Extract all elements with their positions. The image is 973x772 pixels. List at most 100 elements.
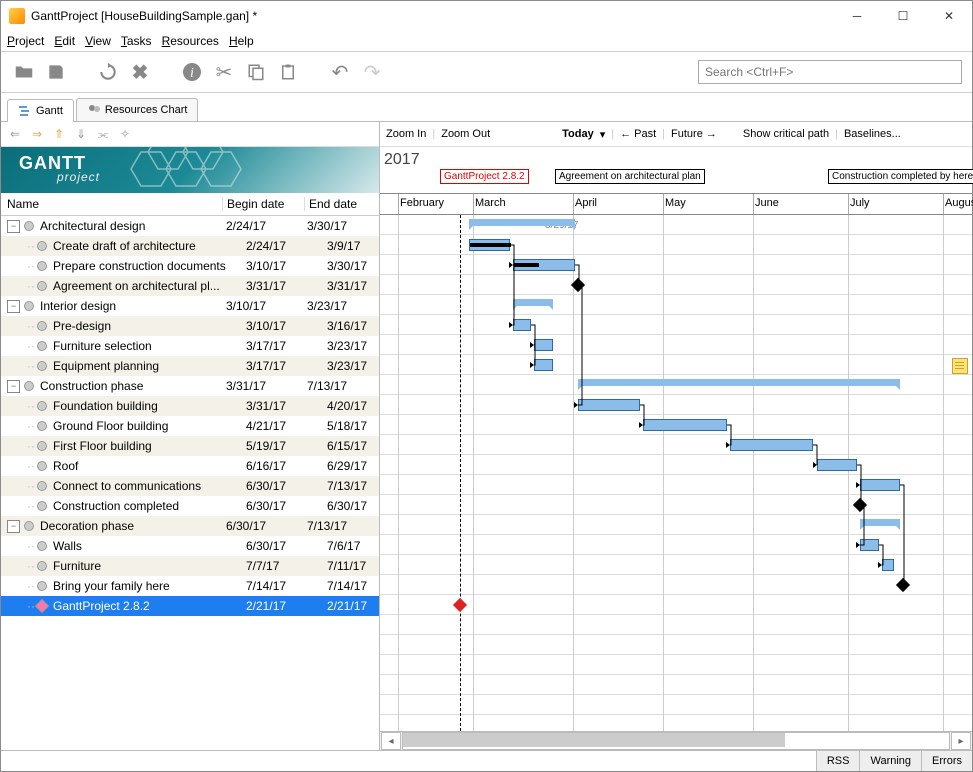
task-end: 6/15/17	[323, 439, 379, 453]
menu-tasks[interactable]: Tasks	[121, 34, 152, 48]
link-icon[interactable]: ⫘	[95, 126, 111, 142]
titlebar[interactable]: GanttProject [HouseBuildingSample.gan] *…	[1, 1, 972, 31]
menu-project[interactable]: Project	[7, 34, 44, 48]
task-row[interactable]: −Interior design3/10/173/23/17	[1, 296, 379, 316]
copy-icon[interactable]	[243, 59, 269, 85]
task-bullet-icon	[37, 261, 47, 271]
task-row[interactable]: ··Foundation building3/31/174/20/17	[1, 396, 379, 416]
task-row[interactable]: ··Construction completed6/30/176/30/17	[1, 496, 379, 516]
task-end: 3/30/17	[303, 219, 379, 233]
summary-bar[interactable]	[578, 379, 900, 386]
task-bar[interactable]	[513, 259, 575, 271]
zoom-in-button[interactable]: Zoom In	[386, 128, 426, 140]
note-icon[interactable]	[952, 358, 968, 374]
task-bar[interactable]	[534, 339, 553, 351]
status-errors[interactable]: Errors	[921, 751, 972, 771]
task-bar[interactable]	[469, 239, 510, 251]
task-row[interactable]: ··GanttProject 2.8.22/21/172/21/17	[1, 596, 379, 616]
task-row[interactable]: −Decoration phase6/30/177/13/17	[1, 516, 379, 536]
menu-view[interactable]: View	[85, 34, 111, 48]
tabbar: Gantt Resources Chart	[1, 93, 972, 122]
undo-icon[interactable]: ↶	[327, 59, 353, 85]
task-row[interactable]: ··Roof6/16/176/29/17	[1, 456, 379, 476]
menu-help[interactable]: Help	[229, 34, 254, 48]
task-bar[interactable]	[730, 439, 813, 451]
minimize-button[interactable]: ─	[834, 1, 880, 31]
task-end: 3/23/17	[303, 299, 379, 313]
task-bar[interactable]	[578, 399, 640, 411]
col-end[interactable]: End date	[305, 197, 379, 211]
summary-bar[interactable]	[513, 299, 553, 306]
task-bar[interactable]	[860, 479, 900, 491]
task-bar[interactable]	[513, 319, 531, 331]
save-icon[interactable]	[43, 59, 69, 85]
dropdown-icon[interactable]: ▾	[600, 128, 606, 141]
status-warning[interactable]: Warning	[859, 751, 921, 771]
task-row[interactable]: ··Walls6/30/177/6/17	[1, 536, 379, 556]
today-button[interactable]: Today	[562, 128, 594, 140]
col-name[interactable]: Name	[1, 197, 223, 211]
milestone-diamond[interactable]	[453, 598, 467, 612]
milestone-diamond[interactable]	[853, 498, 867, 512]
task-row[interactable]: ··First Floor building5/19/176/15/17	[1, 436, 379, 456]
refresh-icon[interactable]	[95, 59, 121, 85]
task-begin: 3/10/17	[242, 319, 323, 333]
task-row[interactable]: ··Pre-design3/10/173/16/17	[1, 316, 379, 336]
close-button[interactable]: ✕	[926, 1, 972, 31]
nav-down-icon[interactable]: ⇓	[73, 126, 89, 142]
menu-resources[interactable]: Resources	[162, 34, 219, 48]
baselines-button[interactable]: Baselines...	[844, 128, 901, 140]
search-input[interactable]	[698, 60, 962, 84]
task-row[interactable]: −Architectural design2/24/173/30/17	[1, 216, 379, 236]
zoom-out-button[interactable]: Zoom Out	[441, 128, 490, 140]
col-begin[interactable]: Begin date	[223, 197, 305, 211]
task-bar[interactable]	[860, 539, 879, 551]
task-row[interactable]: ··Ground Floor building4/21/175/18/17	[1, 416, 379, 436]
task-row[interactable]: ··Furniture selection3/17/173/23/17	[1, 336, 379, 356]
task-bar[interactable]	[643, 419, 727, 431]
task-row[interactable]: ··Create draft of architecture2/24/173/9…	[1, 236, 379, 256]
logo: GANTTproject	[1, 147, 379, 193]
tab-resources[interactable]: Resources Chart	[76, 98, 199, 121]
scroll-left-icon[interactable]: ◂	[381, 732, 401, 750]
expand-icon[interactable]: −	[7, 520, 20, 533]
delete-icon[interactable]: ✖	[127, 59, 153, 85]
task-row[interactable]: ··Equipment planning3/17/173/23/17	[1, 356, 379, 376]
summary-bar[interactable]	[860, 519, 900, 526]
task-bar[interactable]	[817, 459, 857, 471]
critical-path-button[interactable]: Show critical path	[743, 128, 829, 140]
task-row[interactable]: ··Prepare construction documents3/10/173…	[1, 256, 379, 276]
tab-gantt[interactable]: Gantt	[7, 99, 74, 122]
maximize-button[interactable]: ☐	[880, 1, 926, 31]
info-icon[interactable]: i	[179, 59, 205, 85]
nav-fwd-icon[interactable]: ⇒	[29, 126, 45, 142]
task-row[interactable]: ··Furniture7/7/177/11/17	[1, 556, 379, 576]
paste-icon[interactable]	[275, 59, 301, 85]
task-row[interactable]: ··Connect to communications6/30/177/13/1…	[1, 476, 379, 496]
expand-icon[interactable]: −	[7, 220, 20, 233]
unlink-icon[interactable]: ✧	[117, 126, 133, 142]
past-button[interactable]: ← Past	[620, 128, 656, 140]
menu-edit[interactable]: Edit	[54, 34, 75, 48]
cut-icon[interactable]: ✂	[211, 59, 237, 85]
expand-icon[interactable]: −	[7, 300, 20, 313]
tree-body[interactable]: −Architectural design2/24/173/30/17··Cre…	[1, 216, 379, 750]
task-row[interactable]: ··Bring your family here7/14/177/14/17	[1, 576, 379, 596]
status-rss[interactable]: RSS	[816, 751, 860, 771]
redo-icon[interactable]: ↷	[359, 59, 385, 85]
task-row[interactable]: ··Agreement on architectural pl...3/31/1…	[1, 276, 379, 296]
future-button[interactable]: Future →	[671, 128, 717, 140]
summary-bar[interactable]	[469, 219, 575, 226]
nav-up-icon[interactable]: ⇑	[51, 126, 67, 142]
task-bar[interactable]	[882, 559, 894, 571]
scroll-thumb[interactable]	[403, 733, 785, 747]
chart-hscroll[interactable]: ◂ ▸	[380, 731, 972, 750]
gantt-chart[interactable]: 3/29/17	[380, 215, 972, 731]
expand-icon[interactable]: −	[7, 380, 20, 393]
task-row[interactable]: −Construction phase3/31/177/13/17	[1, 376, 379, 396]
nav-back-icon[interactable]: ⇐	[7, 126, 23, 142]
milestone-diamond[interactable]	[896, 578, 910, 592]
task-bar[interactable]	[534, 359, 553, 371]
open-icon[interactable]	[11, 59, 37, 85]
scroll-right-icon[interactable]: ▸	[951, 732, 971, 750]
